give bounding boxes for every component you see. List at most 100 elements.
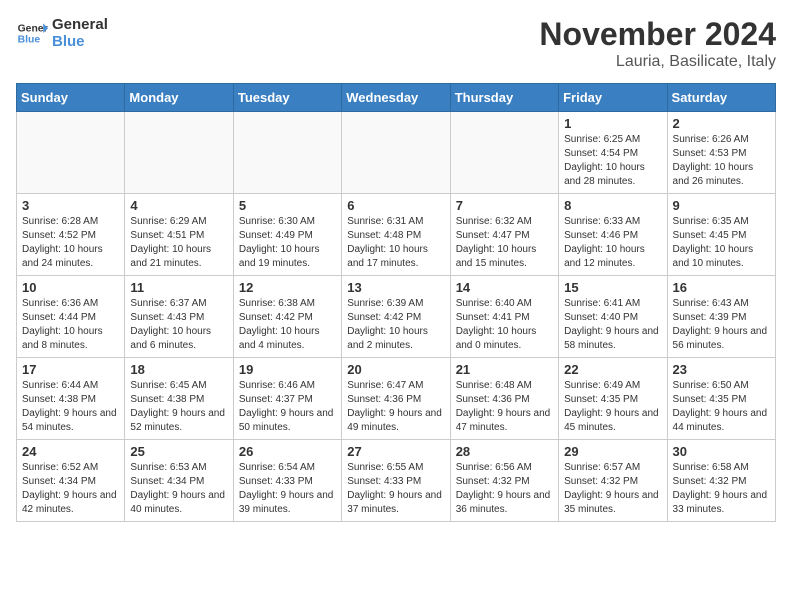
day-number: 11 [130, 280, 227, 295]
day-cell: 28Sunrise: 6:56 AM Sunset: 4:32 PM Dayli… [450, 440, 558, 522]
day-info: Sunrise: 6:30 AM Sunset: 4:49 PM Dayligh… [239, 215, 336, 271]
day-info: Sunrise: 6:33 AM Sunset: 4:46 PM Dayligh… [564, 215, 661, 271]
day-info: Sunrise: 6:26 AM Sunset: 4:53 PM Dayligh… [673, 133, 770, 189]
day-info: Sunrise: 6:58 AM Sunset: 4:32 PM Dayligh… [673, 461, 770, 517]
day-number: 8 [564, 198, 661, 213]
day-info: Sunrise: 6:54 AM Sunset: 4:33 PM Dayligh… [239, 461, 336, 517]
day-info: Sunrise: 6:28 AM Sunset: 4:52 PM Dayligh… [22, 215, 119, 271]
calendar-table: SundayMondayTuesdayWednesdayThursdayFrid… [16, 83, 776, 522]
day-info: Sunrise: 6:25 AM Sunset: 4:54 PM Dayligh… [564, 133, 661, 189]
week-row-3: 10Sunrise: 6:36 AM Sunset: 4:44 PM Dayli… [17, 276, 776, 358]
weekday-header-friday: Friday [559, 84, 667, 112]
day-cell: 27 Sunrise: 6:55 AM Sunset: 4:33 PM Dayli… [342, 440, 450, 522]
day-number: 6 [347, 198, 444, 213]
day-info: Sunrise: 6:56 AM Sunset: 4:32 PM Dayligh… [456, 461, 553, 517]
day-cell: 16 Sunrise: 6:43 AM Sunset: 4:39 PM Dayli… [667, 276, 775, 358]
day-cell: 29Sunrise: 6:57 AM Sunset: 4:32 PM Dayli… [559, 440, 667, 522]
day-info: Sunrise: 6:48 AM Sunset: 4:36 PM Dayligh… [456, 379, 553, 435]
day-cell [342, 112, 450, 194]
day-cell: 11 Sunrise: 6:37 AM Sunset: 4:43 PM Dayli… [125, 276, 233, 358]
day-number: 24 [22, 444, 119, 459]
day-cell: 30 Sunrise: 6:58 AM Sunset: 4:32 PM Dayli… [667, 440, 775, 522]
day-cell [450, 112, 558, 194]
day-cell: 3Sunrise: 6:28 AM Sunset: 4:52 PM Daylig… [17, 194, 125, 276]
day-number: 26 [239, 444, 336, 459]
day-cell: 24 Sunrise: 6:52 AM Sunset: 4:34 PM Dayli… [17, 440, 125, 522]
day-info: Sunrise: 6:45 AM Sunset: 4:38 PM Dayligh… [130, 379, 227, 435]
day-cell: 4 Sunrise: 6:29 AM Sunset: 4:51 PM Daylig… [125, 194, 233, 276]
page-header: General Blue General Blue November 2024 … [16, 16, 776, 71]
weekday-header-tuesday: Tuesday [233, 84, 341, 112]
day-number: 21 [456, 362, 553, 377]
day-number: 15 [564, 280, 661, 295]
day-info: Sunrise: 6:46 AM Sunset: 4:37 PM Dayligh… [239, 379, 336, 435]
day-number: 18 [130, 362, 227, 377]
week-row-4: 17Sunrise: 6:44 AM Sunset: 4:38 PM Dayli… [17, 358, 776, 440]
day-number: 30 [673, 444, 770, 459]
day-cell: 17Sunrise: 6:44 AM Sunset: 4:38 PM Dayli… [17, 358, 125, 440]
logo-blue: Blue [52, 33, 108, 50]
month-title: November 2024 [539, 16, 776, 53]
logo-icon: General Blue [16, 17, 48, 49]
day-info: Sunrise: 6:31 AM Sunset: 4:48 PM Dayligh… [347, 215, 444, 271]
day-cell: 18 Sunrise: 6:45 AM Sunset: 4:38 PM Dayli… [125, 358, 233, 440]
week-row-2: 3Sunrise: 6:28 AM Sunset: 4:52 PM Daylig… [17, 194, 776, 276]
day-info: Sunrise: 6:32 AM Sunset: 4:47 PM Dayligh… [456, 215, 553, 271]
day-number: 27 [347, 444, 444, 459]
day-info: Sunrise: 6:43 AM Sunset: 4:39 PM Dayligh… [673, 297, 770, 353]
day-info: Sunrise: 6:44 AM Sunset: 4:38 PM Dayligh… [22, 379, 119, 435]
day-number: 1 [564, 116, 661, 131]
day-cell: 15 Sunrise: 6:41 AM Sunset: 4:40 PM Dayli… [559, 276, 667, 358]
logo: General Blue General Blue [16, 16, 108, 50]
day-cell: 12 Sunrise: 6:38 AM Sunset: 4:42 PM Dayli… [233, 276, 341, 358]
day-number: 2 [673, 116, 770, 131]
weekday-header-sunday: Sunday [17, 84, 125, 112]
day-info: Sunrise: 6:38 AM Sunset: 4:42 PM Dayligh… [239, 297, 336, 353]
title-block: November 2024 Lauria, Basilicate, Italy [539, 16, 776, 71]
day-cell: 2 Sunrise: 6:26 AM Sunset: 4:53 PM Daylig… [667, 112, 775, 194]
day-cell: 14 Sunrise: 6:40 AM Sunset: 4:41 PM Dayli… [450, 276, 558, 358]
day-cell: 21 Sunrise: 6:48 AM Sunset: 4:36 PM Dayli… [450, 358, 558, 440]
day-cell: 5 Sunrise: 6:30 AM Sunset: 4:49 PM Daylig… [233, 194, 341, 276]
day-number: 16 [673, 280, 770, 295]
day-number: 4 [130, 198, 227, 213]
day-number: 14 [456, 280, 553, 295]
day-cell: 19Sunrise: 6:46 AM Sunset: 4:37 PM Dayli… [233, 358, 341, 440]
day-info: Sunrise: 6:36 AM Sunset: 4:44 PM Dayligh… [22, 297, 119, 353]
day-info: Sunrise: 6:55 AM Sunset: 4:33 PM Dayligh… [347, 461, 444, 517]
day-cell [233, 112, 341, 194]
day-info: Sunrise: 6:57 AM Sunset: 4:32 PM Dayligh… [564, 461, 661, 517]
day-number: 25 [130, 444, 227, 459]
weekday-header-thursday: Thursday [450, 84, 558, 112]
day-info: Sunrise: 6:40 AM Sunset: 4:41 PM Dayligh… [456, 297, 553, 353]
day-cell: 6 Sunrise: 6:31 AM Sunset: 4:48 PM Daylig… [342, 194, 450, 276]
weekday-header-monday: Monday [125, 84, 233, 112]
day-cell: 13Sunrise: 6:39 AM Sunset: 4:42 PM Dayli… [342, 276, 450, 358]
week-row-5: 24 Sunrise: 6:52 AM Sunset: 4:34 PM Dayli… [17, 440, 776, 522]
day-number: 5 [239, 198, 336, 213]
day-number: 9 [673, 198, 770, 213]
day-cell: 22 Sunrise: 6:49 AM Sunset: 4:35 PM Dayli… [559, 358, 667, 440]
day-cell: 25Sunrise: 6:53 AM Sunset: 4:34 PM Dayli… [125, 440, 233, 522]
weekday-header-saturday: Saturday [667, 84, 775, 112]
weekday-header-row: SundayMondayTuesdayWednesdayThursdayFrid… [17, 84, 776, 112]
day-cell: 9Sunrise: 6:35 AM Sunset: 4:45 PM Daylig… [667, 194, 775, 276]
day-cell: 7 Sunrise: 6:32 AM Sunset: 4:47 PM Daylig… [450, 194, 558, 276]
day-info: Sunrise: 6:52 AM Sunset: 4:34 PM Dayligh… [22, 461, 119, 517]
day-info: Sunrise: 6:49 AM Sunset: 4:35 PM Dayligh… [564, 379, 661, 435]
day-cell: 10Sunrise: 6:36 AM Sunset: 4:44 PM Dayli… [17, 276, 125, 358]
day-number: 7 [456, 198, 553, 213]
day-number: 20 [347, 362, 444, 377]
day-info: Sunrise: 6:37 AM Sunset: 4:43 PM Dayligh… [130, 297, 227, 353]
day-number: 22 [564, 362, 661, 377]
day-number: 23 [673, 362, 770, 377]
day-info: Sunrise: 6:50 AM Sunset: 4:35 PM Dayligh… [673, 379, 770, 435]
day-info: Sunrise: 6:41 AM Sunset: 4:40 PM Dayligh… [564, 297, 661, 353]
day-cell: 8 Sunrise: 6:33 AM Sunset: 4:46 PM Daylig… [559, 194, 667, 276]
day-cell: 23 Sunrise: 6:50 AM Sunset: 4:35 PM Dayli… [667, 358, 775, 440]
day-cell [17, 112, 125, 194]
day-number: 13 [347, 280, 444, 295]
day-info: Sunrise: 6:29 AM Sunset: 4:51 PM Dayligh… [130, 215, 227, 271]
day-number: 12 [239, 280, 336, 295]
day-cell: 1 Sunrise: 6:25 AM Sunset: 4:54 PM Daylig… [559, 112, 667, 194]
